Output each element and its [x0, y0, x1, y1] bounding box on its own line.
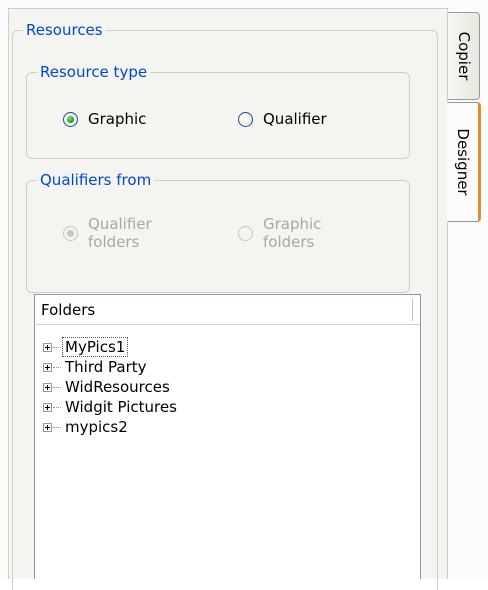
column-header-divider[interactable] [412, 299, 416, 321]
graphic-radio-option[interactable]: Graphic [63, 110, 146, 128]
graphic-folders-label-line1: Graphic [263, 215, 322, 233]
tab-copier-label: Copier [454, 31, 473, 81]
qualifiers-from-group: Qualifiers from Qualifier folders Graphi… [26, 171, 410, 293]
qualifier-folders-radio-option[interactable]: Qualifier folders [63, 215, 152, 251]
qualifier-radio-option[interactable]: Qualifier [238, 110, 327, 128]
tree-connector [53, 366, 61, 368]
tree-node-mypics1[interactable]: MyPics1 [43, 337, 129, 357]
tree-connector [53, 346, 61, 348]
qualifier-radio[interactable] [238, 111, 253, 127]
expand-plus-icon[interactable] [43, 422, 52, 432]
folders-column-header[interactable]: Folders [35, 295, 420, 325]
folders-header-label: Folders [41, 301, 96, 319]
qualifier-folders-label: Qualifier folders [88, 215, 152, 251]
tree-connector [53, 406, 61, 408]
graphic-folders-radio-option[interactable]: Graphic folders [238, 215, 321, 251]
expand-plus-icon[interactable] [43, 362, 52, 372]
tree-node-mypics2[interactable]: mypics2 [43, 417, 130, 437]
tree-node-label[interactable]: Widgit Pictures [63, 398, 179, 416]
folders-tree[interactable]: Folders MyPics1 Third Party WidResources… [34, 294, 421, 579]
expand-plus-icon[interactable] [43, 382, 52, 392]
expand-plus-icon[interactable] [43, 402, 52, 412]
qualifier-folders-label-line1: Qualifier [88, 215, 152, 233]
qualifier-radio-label[interactable]: Qualifier [263, 110, 327, 128]
tree-node-label[interactable]: mypics2 [63, 418, 130, 436]
tree-node-widresources[interactable]: WidResources [43, 377, 172, 397]
resource-type-group: Resource type Graphic Qualifier [26, 63, 410, 159]
resource-type-title: Resource type [37, 63, 151, 81]
graphic-folders-label-line2: folders [263, 233, 315, 251]
qualifier-folders-label-line2: folders [88, 233, 140, 251]
resources-group-title: Resources [23, 21, 106, 39]
tree-node-label[interactable]: Third Party [63, 358, 149, 376]
tree-node-label[interactable]: MyPics1 [62, 337, 129, 357]
graphic-folders-label: Graphic folders [263, 215, 321, 251]
tab-designer-label: Designer [454, 128, 472, 196]
tree-node-third-party[interactable]: Third Party [43, 357, 149, 377]
expand-plus-icon[interactable] [43, 342, 52, 352]
graphic-folders-radio[interactable] [238, 225, 253, 241]
tab-copier[interactable]: Copier [448, 12, 480, 100]
tree-connector [53, 386, 61, 388]
tab-designer[interactable]: Designer [447, 102, 481, 222]
tree-connector [53, 426, 61, 428]
graphic-radio-label[interactable]: Graphic [88, 110, 146, 128]
qualifier-folders-radio[interactable] [63, 225, 78, 241]
tree-node-label[interactable]: WidResources [63, 378, 172, 396]
graphic-radio[interactable] [63, 111, 78, 127]
qualifiers-from-title: Qualifiers from [37, 171, 155, 189]
tree-node-widgit-pictures[interactable]: Widgit Pictures [43, 397, 179, 417]
